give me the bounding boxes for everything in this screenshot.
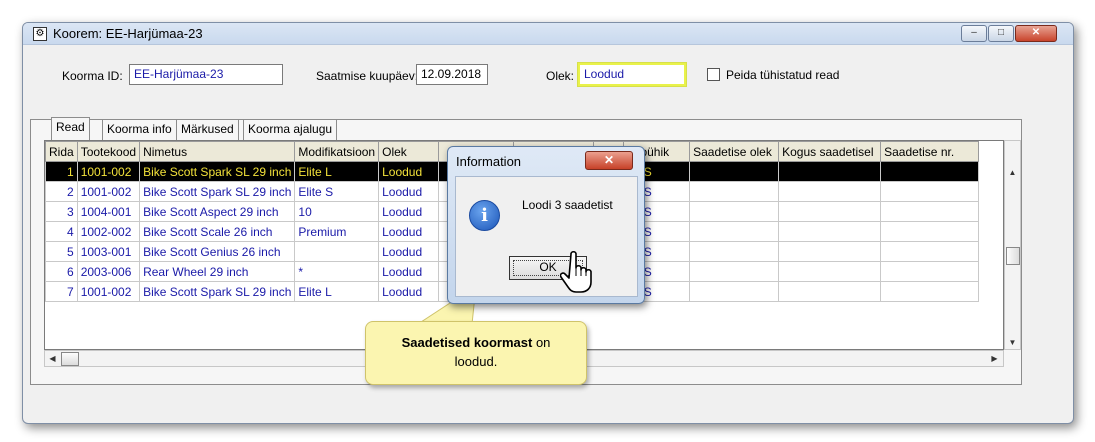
column-header[interactable]: Saadetise nr. (880, 141, 980, 162)
table-cell (778, 221, 882, 242)
column-header[interactable]: Rida (45, 141, 78, 162)
table-cell: 1003-001 (76, 241, 141, 262)
table-cell: 1001-002 (76, 161, 141, 182)
table-cell: Loodud (378, 161, 440, 182)
table-cell (880, 161, 980, 182)
minimize-button[interactable]: – (961, 25, 987, 42)
table-cell: Elite L (294, 281, 380, 302)
close-button[interactable]: ✕ (1015, 25, 1057, 42)
table-cell: 1001-002 (76, 181, 141, 202)
scroll-down-icon[interactable]: ▼ (1005, 335, 1020, 350)
table-cell: Loodud (378, 221, 440, 242)
tab-markused[interactable]: Märkused (176, 119, 239, 141)
scroll-left-icon[interactable]: ◀ (45, 351, 60, 366)
table-cell: Bike Scott Scale 26 inch (139, 221, 296, 242)
table-cell (778, 201, 882, 222)
horizontal-scroll-thumb[interactable] (61, 352, 79, 366)
table-cell: Loodud (378, 181, 440, 202)
app-icon: ⚙ (33, 27, 47, 41)
column-header[interactable]: Saadetise olek (689, 141, 780, 162)
table-cell: 7 (45, 281, 78, 302)
table-cell: 4 (45, 221, 78, 242)
table-cell (689, 221, 780, 242)
arrival-date-label: Saatmise kuupäev: (316, 69, 419, 83)
table-cell (880, 261, 980, 282)
scroll-up-icon[interactable]: ▲ (1005, 165, 1020, 180)
tab-koorma-info[interactable]: Koorma info (102, 119, 177, 141)
table-cell: 10 (294, 201, 380, 222)
table-cell: Bike Scott Spark SL 29 inch (139, 281, 296, 302)
table-cell (880, 201, 980, 222)
callout-text: on (532, 335, 551, 350)
table-cell: * (294, 261, 380, 282)
status-label: Olek: (546, 69, 575, 83)
info-icon: i (469, 200, 500, 231)
table-cell: Bike Scott Spark SL 29 inch (139, 161, 296, 182)
table-cell: Premium (294, 221, 380, 242)
table-cell: Loodud (378, 201, 440, 222)
table-cell: Bike Scott Aspect 29 inch (139, 201, 296, 222)
table-cell: Elite L (294, 161, 380, 182)
arrival-date-field[interactable]: 12.09.2018 (416, 64, 488, 85)
table-cell (778, 161, 882, 182)
table-cell (689, 241, 780, 262)
callout-text-line2: loodud. (454, 354, 498, 369)
table-cell: Rear Wheel 29 inch (139, 261, 296, 282)
table-cell: Bike Scott Spark SL 29 inch (139, 181, 296, 202)
table-cell (689, 201, 780, 222)
table-cell (294, 241, 380, 262)
column-header[interactable]: Modifikatsioon (294, 141, 380, 162)
scroll-right-icon[interactable]: ▶ (987, 351, 1002, 366)
tab-koorma-ajalugu[interactable]: Koorma ajalugu (243, 119, 338, 141)
table-cell (880, 221, 980, 242)
table-cell: 1004-001 (76, 201, 141, 222)
vertical-scroll-thumb[interactable] (1006, 247, 1020, 265)
tab-read[interactable]: Read (51, 117, 90, 141)
column-header[interactable]: Nimetus (139, 141, 296, 162)
table-cell (689, 281, 780, 302)
table-cell (689, 161, 780, 182)
hand-cursor-icon (560, 250, 592, 293)
table-cell: Loodud (378, 261, 440, 282)
window-title: Koorem: EE-Harjümaa-23 (53, 26, 203, 41)
table-cell (778, 261, 882, 282)
table-cell: 3 (45, 201, 78, 222)
load-id-label: Koorma ID: (62, 69, 123, 83)
dialog-title: Information (456, 154, 522, 169)
callout-tooltip: Saadetised koormast on loodud. (365, 321, 587, 385)
column-header[interactable]: Olek (378, 141, 440, 162)
load-id-field[interactable]: EE-Harjümaa-23 (129, 64, 283, 85)
table-cell (880, 181, 980, 202)
table-cell (880, 281, 980, 302)
table-cell: Bike Scott Genius 26 inch (139, 241, 296, 262)
column-header[interactable]: Kogus saadetisel (778, 141, 882, 162)
hide-cancelled-checkbox[interactable] (707, 68, 720, 81)
table-cell: 2003-006 (76, 261, 141, 282)
table-cell (778, 281, 882, 302)
dialog-message: Loodi 3 saadetist (522, 198, 613, 212)
callout-bold-text: Saadetised koormast (401, 335, 533, 350)
status-field[interactable]: Loodud (578, 63, 686, 86)
table-cell (778, 181, 882, 202)
table-cell: Loodud (378, 241, 440, 262)
hide-cancelled-label: Peida tühistatud read (726, 68, 840, 82)
dialog-body: i Loodi 3 saadetist OK (455, 176, 638, 297)
column-header[interactable]: Tootekood (76, 141, 141, 162)
maximize-button[interactable]: □ (988, 25, 1014, 42)
vertical-scrollbar[interactable]: ▲ ▼ (1004, 140, 1021, 350)
table-cell (689, 261, 780, 282)
table-cell (689, 181, 780, 202)
table-cell: 1001-002 (76, 281, 141, 302)
information-dialog: Information ✕ i Loodi 3 saadetist OK (447, 146, 645, 304)
title-bar[interactable]: ⚙ Koorem: EE-Harjümaa-23 – □ ✕ (23, 23, 1073, 45)
table-cell: 2 (45, 181, 78, 202)
table-cell: Elite S (294, 181, 380, 202)
table-cell: 1002-002 (76, 221, 141, 242)
table-cell (880, 241, 980, 262)
table-cell (778, 241, 882, 262)
table-cell: 6 (45, 261, 78, 282)
table-cell: 1 (45, 161, 78, 182)
table-cell: 5 (45, 241, 78, 262)
dialog-close-button[interactable]: ✕ (585, 151, 633, 170)
